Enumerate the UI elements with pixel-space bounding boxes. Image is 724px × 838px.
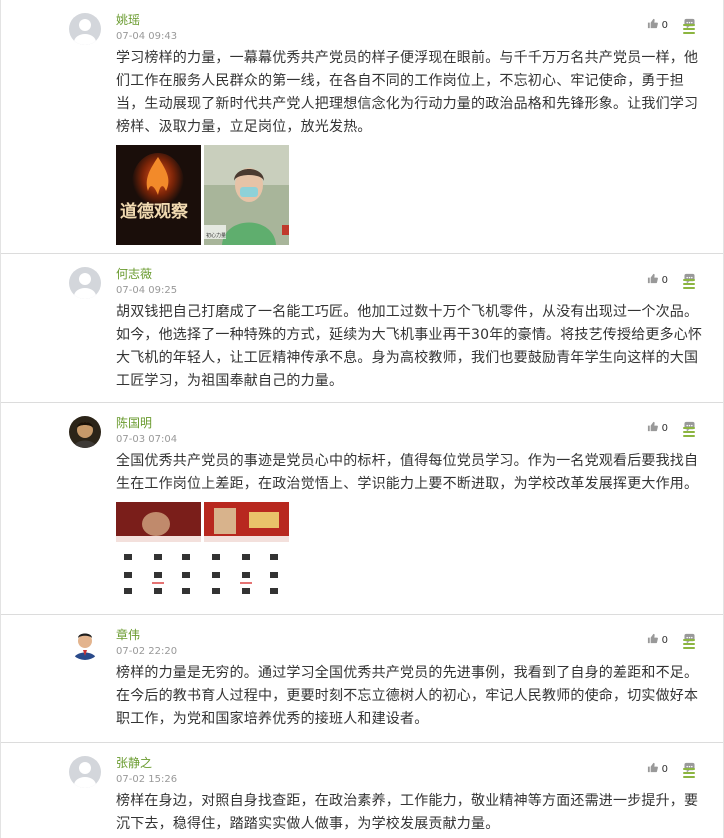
like-count: 0	[661, 634, 668, 646]
comment-text: 榜样的力量是无穷的。通过学习全国优秀共产党员的先进事例，我看到了自身的差距和不足…	[116, 665, 699, 727]
author-name[interactable]: 张静之	[116, 755, 705, 771]
comment-item: 0 何志薇 07-04 09:25 胡双钱把自己打磨成了一名能工巧匠。他加工过数…	[1, 254, 723, 403]
avatar[interactable]	[69, 13, 101, 45]
post-time: 07-02 22:20	[116, 646, 178, 657]
comment-feed: 0 姚瑶 07-04 09:43 学习榜样的力量，一幕幕优秀共产党员的样子便浮现…	[0, 0, 724, 838]
thumbs-up-icon[interactable]	[647, 273, 658, 287]
hamburger-menu-icon[interactable]	[683, 24, 695, 34]
woman-in-mask-photo[interactable]: 初心力量	[204, 145, 289, 245]
app-screenshot-video-grid[interactable]	[116, 502, 201, 602]
hamburger-menu-icon[interactable]	[683, 427, 695, 437]
comment-item: 0 姚瑶 07-04 09:43 学习榜样的力量，一幕幕优秀共产党员的样子便浮现…	[1, 0, 723, 254]
avatar[interactable]	[69, 416, 101, 448]
avatar[interactable]	[69, 628, 101, 660]
app-screenshot-video-grid[interactable]	[204, 502, 289, 602]
photo-caption: 初心力量	[206, 232, 226, 239]
like-count: 0	[661, 763, 668, 775]
daode-guancha-poster[interactable]: 道德观察	[116, 145, 201, 245]
image-gallery: 道德观察 初心力量	[116, 145, 705, 245]
hamburger-menu-icon[interactable]	[683, 639, 695, 649]
thumbs-up-icon[interactable]	[647, 762, 658, 776]
author-name[interactable]: 章伟	[116, 627, 705, 643]
image-gallery	[116, 502, 705, 602]
comment-text: 榜样在身边，对照自身找查距，在政治素养，工作能力，敬业精神等方面还需进一步提升，…	[116, 793, 699, 832]
post-time: 07-04 09:25	[116, 285, 178, 296]
post-time: 07-02 15:26	[116, 774, 178, 785]
comment-item: 0 章伟 07-02 22:20 榜样的力量是无穷的。通过学习全国优秀共产党员的…	[1, 615, 723, 743]
comment-item: 0 张静之 07-02 15:26 榜样在身边，对照自身找查距，在政治素养，工作…	[1, 743, 723, 838]
thumbs-up-icon[interactable]	[647, 421, 658, 435]
comment-item: 0 陈国明 07-03 07:04 全国优秀共产党员的事迹是党员心中的标杆，值得…	[1, 403, 723, 615]
comment-text: 学习榜样的力量，一幕幕优秀共产党员的样子便浮现在眼前。与千千万万名共产党员一样，…	[116, 50, 699, 135]
thumbs-up-icon[interactable]	[647, 18, 658, 32]
avatar[interactable]	[69, 756, 101, 788]
author-name[interactable]: 何志薇	[116, 266, 705, 282]
like-count: 0	[661, 422, 668, 434]
hamburger-menu-icon[interactable]	[683, 279, 695, 289]
comment-text: 全国优秀共产党员的事迹是党员心中的标杆，值得每位党员学习。作为一名党观看后要我找…	[116, 453, 699, 492]
author-name[interactable]: 陈国明	[116, 415, 705, 431]
hamburger-menu-icon[interactable]	[683, 768, 695, 778]
thumbs-up-icon[interactable]	[647, 633, 658, 647]
post-time: 07-04 09:43	[116, 31, 178, 42]
like-count: 0	[661, 19, 668, 31]
like-count: 0	[661, 274, 668, 286]
author-name[interactable]: 姚瑶	[116, 12, 705, 28]
poster-title: 道德观察	[120, 201, 189, 222]
avatar[interactable]	[69, 267, 101, 299]
post-time: 07-03 07:04	[116, 434, 178, 445]
comment-text: 胡双钱把自己打磨成了一名能工巧匠。他加工过数十万个飞机零件，从没有出现过一个次品…	[116, 304, 703, 389]
